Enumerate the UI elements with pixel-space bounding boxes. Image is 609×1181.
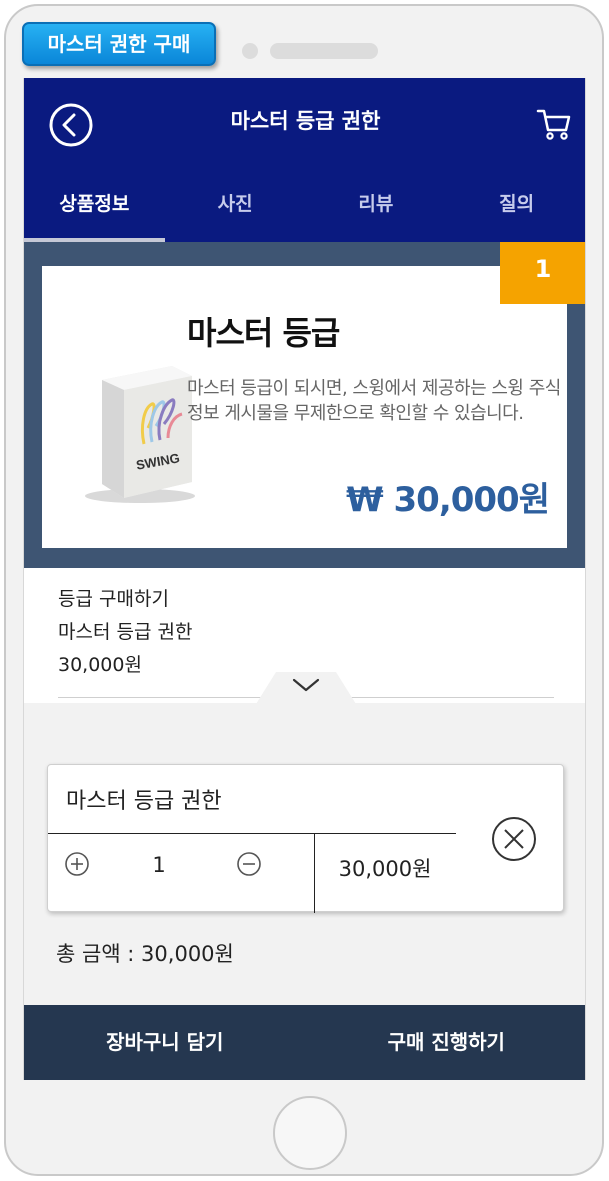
tab-product-info[interactable]: 상품정보: [24, 178, 165, 242]
option-price: 30,000원: [338, 857, 432, 881]
plus-circle-icon[interactable]: [64, 851, 90, 877]
page-title: 마스터 등급 권한: [230, 109, 381, 133]
selected-option-card: 마스터 등급 권한 1 30,000원: [47, 764, 564, 913]
top-header: 마스터 등급 권한 상품정보 사진 리뷰 질의: [24, 78, 585, 242]
product-box-image: SWING: [85, 366, 195, 503]
app-screen: 마스터 등급 권한 상품정보 사진 리뷰 질의 SWING 마스터 등급 마스터…: [23, 78, 586, 1080]
close-circle-icon[interactable]: [490, 815, 538, 863]
product-card[interactable]: SWING 마스터 등급 마스터 등급이 되시면, 스윙에서 제공하는 스윙 주…: [42, 266, 567, 548]
product-title: 마스터 등급: [187, 314, 340, 352]
proceed-purchase-button[interactable]: 구매 진행하기: [306, 1005, 586, 1080]
speaker-slot: [270, 43, 378, 59]
tab-photos[interactable]: 사진: [165, 178, 306, 242]
tab-reviews[interactable]: 리뷰: [306, 178, 447, 242]
purchase-summary: 등급 구매하기 마스터 등급 권한 30,000원: [58, 583, 192, 682]
camera-dot: [242, 43, 258, 59]
divider: [48, 833, 456, 834]
add-to-cart-button[interactable]: 장바구니 담기: [24, 1005, 306, 1080]
minus-circle-icon[interactable]: [236, 851, 262, 877]
page-tag: 마스터 권한 구매: [22, 22, 216, 66]
option-name: 마스터 등급 권한: [66, 789, 222, 814]
summary-heading: 등급 구매하기: [58, 588, 169, 610]
tab-questions[interactable]: 질의: [446, 178, 585, 242]
home-button[interactable]: [273, 1096, 347, 1170]
chevron-down-icon[interactable]: [290, 674, 322, 696]
action-bar: 장바구니 담기 구매 진행하기: [24, 1005, 586, 1080]
quantity-value[interactable]: 1: [144, 853, 174, 877]
cart-icon[interactable]: [536, 106, 572, 142]
product-banner: SWING 마스터 등급 마스터 등급이 되시면, 스윙에서 제공하는 스윙 주…: [24, 242, 585, 568]
product-price: ₩ 30,000원: [346, 480, 550, 520]
summary-item: 마스터 등급 권한: [58, 621, 193, 643]
product-description: 마스터 등급이 되시면, 스윙에서 제공하는 스윙 주식 정보 게시물을 무제한…: [187, 378, 561, 424]
product-tabs: 상품정보 사진 리뷰 질의: [24, 178, 585, 242]
summary-price: 30,000원: [58, 654, 142, 676]
total-amount: 총 금액 : 30,000원: [56, 942, 234, 966]
rank-badge: 1: [500, 242, 585, 304]
